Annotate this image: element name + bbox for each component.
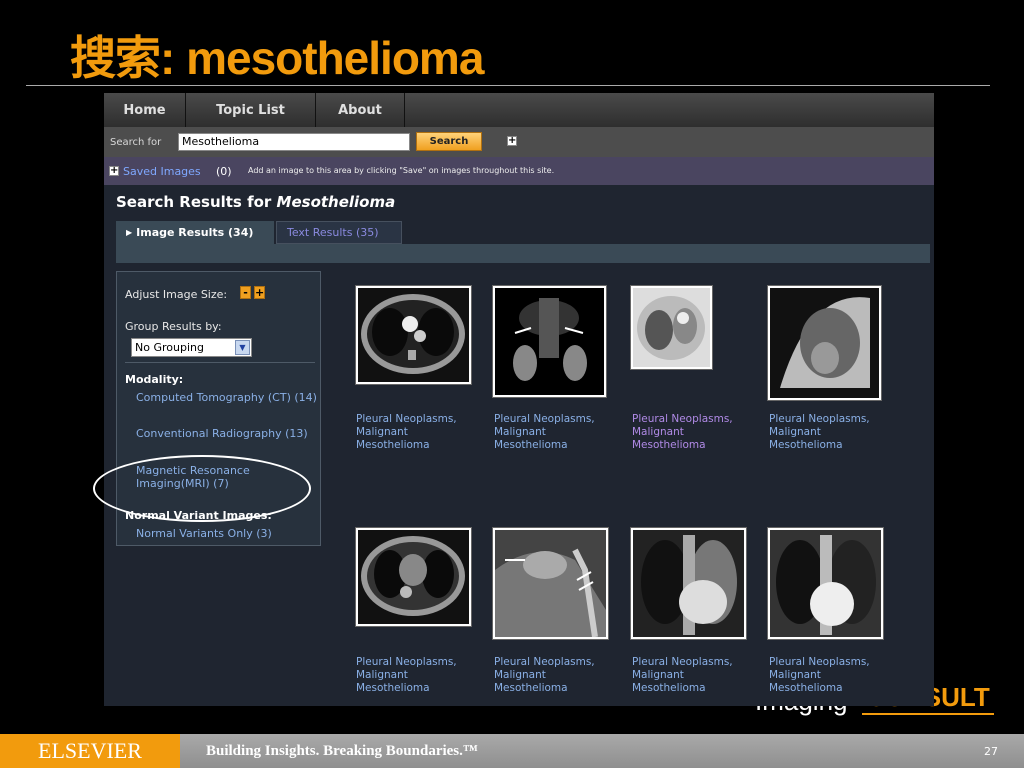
group-by-select[interactable]: No Grouping ▼ <box>131 338 252 357</box>
thumbnail-ct-3[interactable] <box>355 527 472 627</box>
thumbnail-ct-1[interactable] <box>355 285 472 385</box>
imaging-consult-window: Home Topic List About Search for Mesothe… <box>104 93 934 706</box>
enlarge-size-button[interactable]: + <box>254 286 265 299</box>
nav-about[interactable]: About <box>316 93 405 127</box>
caption-6[interactable]: Pleural Neoplasms, Malignant Mesotheliom… <box>494 656 624 695</box>
xray-pa-chest-image-2 <box>770 530 881 637</box>
tab-text-results[interactable]: Text Results (35) <box>276 221 402 244</box>
thumbnail-mri-2[interactable] <box>492 527 609 640</box>
caption-8[interactable]: Pleural Neoplasms, Malignant Mesotheliom… <box>769 656 899 695</box>
caption-4[interactable]: Pleural Neoplasms, Malignant Mesotheliom… <box>769 413 899 452</box>
ct-chest-image-2 <box>358 530 469 624</box>
caption-2-line3: Mesothelioma <box>494 439 568 451</box>
caption-3-line2: Malignant <box>632 426 684 438</box>
caption-8-line1: Pleural Neoplasms, <box>769 656 870 668</box>
ct-scan-image-2 <box>358 530 469 624</box>
caption-8-line2: Malignant <box>769 669 821 681</box>
xray-lateral-chest-image <box>770 288 879 398</box>
mri-sagittal-chest-image <box>495 530 606 637</box>
caption-2-line2: Malignant <box>494 426 546 438</box>
saved-expand-icon[interactable]: + <box>109 166 119 176</box>
tab-image-results-label: Image Results (34) <box>136 226 254 239</box>
top-nav: Home Topic List About <box>104 93 934 127</box>
search-bar: Search for Mesothelioma Search + <box>104 127 934 157</box>
caption-7-line1: Pleural Neoplasms, <box>632 656 733 668</box>
search-label: Search for <box>110 137 162 148</box>
caption-1-line2: Malignant <box>356 426 408 438</box>
caption-5-line3: Mesothelioma <box>356 682 430 694</box>
thumbnail-xray-2[interactable] <box>767 527 884 640</box>
ct-scan-image <box>358 288 469 382</box>
caption-2-line1: Pleural Neoplasms, <box>494 413 595 425</box>
caption-1-line3: Mesothelioma <box>356 439 430 451</box>
sidebar-divider <box>125 362 315 363</box>
results-heading-prefix: Search Results for <box>116 193 272 211</box>
search-button[interactable]: Search <box>416 132 482 151</box>
mri-sagittal-image <box>495 530 606 637</box>
caption-5-line1: Pleural Neoplasms, <box>356 656 457 668</box>
tab-content-strip <box>116 244 930 263</box>
modality-ct-link[interactable]: Computed Tomography (CT) (14) <box>136 391 318 404</box>
chevron-down-icon[interactable]: ▼ <box>235 340 250 355</box>
results-heading: Search Results for Mesothelioma <box>116 193 395 211</box>
mri-image <box>495 288 604 395</box>
caption-7[interactable]: Pleural Neoplasms, Malignant Mesotheliom… <box>632 656 762 695</box>
adjust-size-label: Adjust Image Size: <box>125 288 228 301</box>
caption-7-line3: Mesothelioma <box>632 682 706 694</box>
caption-6-line3: Mesothelioma <box>494 682 568 694</box>
highlight-ellipse <box>93 455 311 522</box>
slide-title: 搜索: mesothelioma <box>70 32 484 84</box>
ct-chest-image <box>358 288 469 382</box>
caption-1[interactable]: Pleural Neoplasms, Malignant Mesotheliom… <box>356 413 486 452</box>
xray-lateral-image <box>770 288 879 398</box>
saved-images-count: (0) <box>216 165 232 178</box>
caption-5-line2: Malignant <box>356 669 408 681</box>
caption-3[interactable]: Pleural Neoplasms, Malignant Mesotheliom… <box>632 413 762 452</box>
footer-tagline: Building Insights. Breaking Boundaries.™ <box>206 743 478 759</box>
caption-4-line3: Mesothelioma <box>769 439 843 451</box>
xray-image-2 <box>770 530 881 637</box>
nav-topic-list[interactable]: Topic List <box>186 93 316 127</box>
mri-coronal-image <box>495 288 604 395</box>
elsevier-logo: ELSEVIER <box>0 734 180 768</box>
caption-8-line3: Mesothelioma <box>769 682 843 694</box>
thumbnail-mri-1[interactable] <box>492 285 607 398</box>
normal-variants-link[interactable]: Normal Variants Only (3) <box>136 527 318 540</box>
thumbnail-ct-2[interactable] <box>630 285 713 370</box>
caption-3-line3: Mesothelioma <box>632 439 706 451</box>
thumbnail-xray-1[interactable] <box>630 527 747 640</box>
saved-images-bar: + Saved Images (0) Add an image to this … <box>104 157 934 185</box>
saved-images-link[interactable]: Saved Images <box>123 165 201 178</box>
caption-6-line2: Malignant <box>494 669 546 681</box>
xray-image-1 <box>633 530 744 637</box>
results-heading-query: Mesothelioma <box>276 193 396 211</box>
expand-icon[interactable]: + <box>507 136 517 146</box>
caption-4-line1: Pleural Neoplasms, <box>769 413 870 425</box>
page-number: 27 <box>984 745 998 758</box>
caption-3-line1: Pleural Neoplasms, <box>632 413 733 425</box>
group-by-value: No Grouping <box>135 341 204 354</box>
search-input[interactable]: Mesothelioma <box>178 133 410 151</box>
caption-5[interactable]: Pleural Neoplasms, Malignant Mesotheliom… <box>356 656 486 695</box>
caption-1-line1: Pleural Neoplasms, <box>356 413 457 425</box>
caption-2[interactable]: Pleural Neoplasms, Malignant Mesotheliom… <box>494 413 624 452</box>
modality-heading: Modality: <box>125 373 184 386</box>
ct-light-image <box>633 288 710 367</box>
slide-footer: ELSEVIER Building Insights. Breaking Bou… <box>0 734 1024 768</box>
title-divider <box>26 85 990 86</box>
tab-image-results[interactable]: ▶ Image Results (34) <box>116 221 274 244</box>
xray-pa-chest-image-1 <box>633 530 744 637</box>
saved-images-hint: Add an image to this area by clicking "S… <box>248 166 555 175</box>
caption-6-line1: Pleural Neoplasms, <box>494 656 595 668</box>
caption-7-line2: Malignant <box>632 669 684 681</box>
ct-lung-window-image <box>633 288 710 367</box>
tab-arrow-icon: ▶ <box>126 228 133 237</box>
nav-home[interactable]: Home <box>104 93 186 127</box>
results-panel: Search Results for Mesothelioma ▶ Image … <box>104 185 934 706</box>
shrink-size-button[interactable]: - <box>240 286 251 299</box>
thumbnail-xray-lateral[interactable] <box>767 285 882 401</box>
modality-radiography-link[interactable]: Conventional Radiography (13) <box>136 427 318 440</box>
group-results-label: Group Results by: <box>125 320 222 333</box>
caption-4-line2: Malignant <box>769 426 821 438</box>
